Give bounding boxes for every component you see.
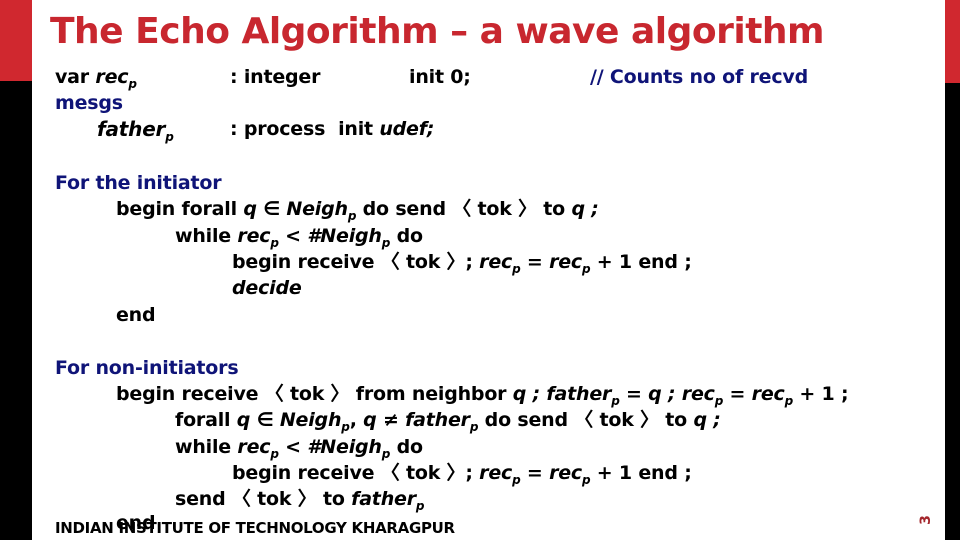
var-rec: rec — [549, 251, 582, 273]
var-rec: rec — [549, 462, 582, 484]
subscript-p: p — [581, 473, 591, 487]
subscript-p: p — [270, 447, 279, 461]
page-number: 3 — [917, 515, 934, 525]
non-initiator-line-3: while recp < #Neighp do — [175, 436, 423, 461]
subscript-p: p — [381, 236, 391, 250]
code-text: begin receive 〈 tok 〉; — [232, 251, 473, 273]
code-text: + 1 ; — [799, 383, 849, 405]
var-rec: rec — [237, 225, 271, 247]
semicolon: ; — [532, 383, 541, 405]
var-rec: rec — [237, 436, 271, 458]
decl-rec-name: var recp — [55, 66, 137, 91]
left-accent-bar-red — [0, 0, 32, 81]
subscript-p: p — [512, 262, 521, 276]
var-neigh: Neigh — [286, 198, 348, 220]
equals: = — [729, 383, 746, 405]
var-q: q — [512, 383, 527, 405]
var-q: q — [243, 198, 257, 220]
init-keyword: init — [338, 118, 373, 140]
semicolon: ; — [591, 198, 599, 220]
father-type: : process — [230, 118, 326, 140]
do-keyword: do — [396, 225, 423, 247]
forall-keyword: forall — [175, 409, 231, 431]
code-text: send 〈 tok 〉 to — [175, 488, 345, 510]
decl-father-name: fatherp — [97, 117, 174, 143]
element-of-symbol: ∈ — [256, 409, 274, 431]
slide-title: The Echo Algorithm – a wave algorithm — [50, 11, 825, 52]
subscript-p: p — [512, 473, 521, 487]
code-text: + 1 end ; — [596, 251, 692, 273]
code-text: = q ; — [626, 383, 676, 405]
code-text: begin receive 〈 tok 〉; — [232, 462, 473, 484]
initiator-heading: For the initiator — [55, 172, 222, 194]
semicolon: ; — [426, 118, 435, 140]
var-father: father — [546, 383, 612, 405]
code-text: do send 〈 tok 〉 to — [362, 198, 566, 220]
decl-father-type: : process init udef; — [230, 118, 434, 140]
subscript-p: p — [415, 499, 425, 513]
var-rec: rec — [479, 462, 513, 484]
subscript-p: p — [270, 236, 279, 250]
rec-var: rec — [95, 66, 129, 88]
right-accent-bar-black — [945, 83, 960, 540]
var-q: q — [571, 198, 585, 220]
subscript-p: p — [611, 394, 620, 408]
left-accent-bar-black — [0, 81, 32, 540]
var-q: q — [693, 409, 707, 431]
code-text: do send 〈 tok 〉 to — [484, 409, 688, 431]
var-keyword: var — [55, 66, 89, 88]
equals: = — [526, 251, 543, 273]
decl-mesgs: mesgs — [55, 92, 123, 114]
subscript-p: p — [165, 130, 174, 144]
initiator-line-3: begin receive 〈 tok 〉; recp = recp + 1 e… — [232, 251, 692, 276]
code-text: + 1 end ; — [596, 462, 692, 484]
subscript-p: p — [581, 262, 591, 276]
var-father: father — [351, 488, 416, 510]
while-keyword: while — [175, 225, 231, 247]
code-text: begin forall — [116, 198, 237, 220]
equals: = — [526, 462, 543, 484]
semicolon: ; — [713, 409, 721, 431]
subscript-p: p — [128, 77, 137, 91]
decl-comment: // Counts no of recvd — [590, 66, 808, 88]
right-accent-bar-red — [945, 0, 960, 83]
initiator-line-1: begin forall q ∈ Neighp do send 〈 tok 〉 … — [116, 198, 599, 223]
initiator-end: end — [116, 304, 156, 326]
udef-value: udef — [379, 118, 427, 140]
do-keyword: do — [396, 436, 423, 458]
initiator-decide: decide — [232, 277, 302, 299]
non-initiator-line-5: send 〈 tok 〉 to fatherp — [175, 488, 425, 513]
father-var: father — [97, 117, 166, 141]
code-text: < #Neigh — [285, 225, 382, 247]
var-neigh: Neigh — [279, 409, 342, 431]
decl-rec-type: : integer — [230, 66, 321, 88]
var-q: q — [236, 409, 251, 431]
subscript-p: p — [784, 394, 794, 408]
code-text: < #Neigh — [285, 436, 382, 458]
non-initiator-line-2: forall q ∈ Neighp, q ≠ fatherp do send 〈… — [175, 409, 721, 434]
var-rec: rec — [479, 251, 513, 273]
footer-institute: INDIAN INSTITUTE OF TECHNOLOGY KHARAGPUR — [55, 519, 455, 537]
subscript-p: p — [469, 420, 479, 434]
initiator-line-2: while recp < #Neighp do — [175, 225, 423, 250]
var-rec: rec — [681, 383, 715, 405]
var-father: father — [405, 409, 470, 431]
non-initiator-line-1: begin receive 〈 tok 〉 from neighbor q ; … — [116, 383, 849, 408]
var-rec: rec — [751, 383, 785, 405]
subscript-p: p — [347, 209, 357, 223]
decl-rec-init: init 0; — [409, 66, 471, 88]
code-text: q ≠ — [363, 409, 399, 431]
non-initiator-heading: For non-initiators — [55, 357, 239, 379]
subscript-p: p — [381, 447, 391, 461]
code-text: begin receive 〈 tok 〉 from neighbor — [116, 383, 507, 405]
while-keyword: while — [175, 436, 231, 458]
non-initiator-line-4: begin receive 〈 tok 〉; recp = recp + 1 e… — [232, 462, 692, 487]
subscript-p: p — [714, 394, 724, 408]
element-of-symbol: ∈ — [263, 198, 280, 220]
subscript-p: p — [341, 420, 350, 434]
